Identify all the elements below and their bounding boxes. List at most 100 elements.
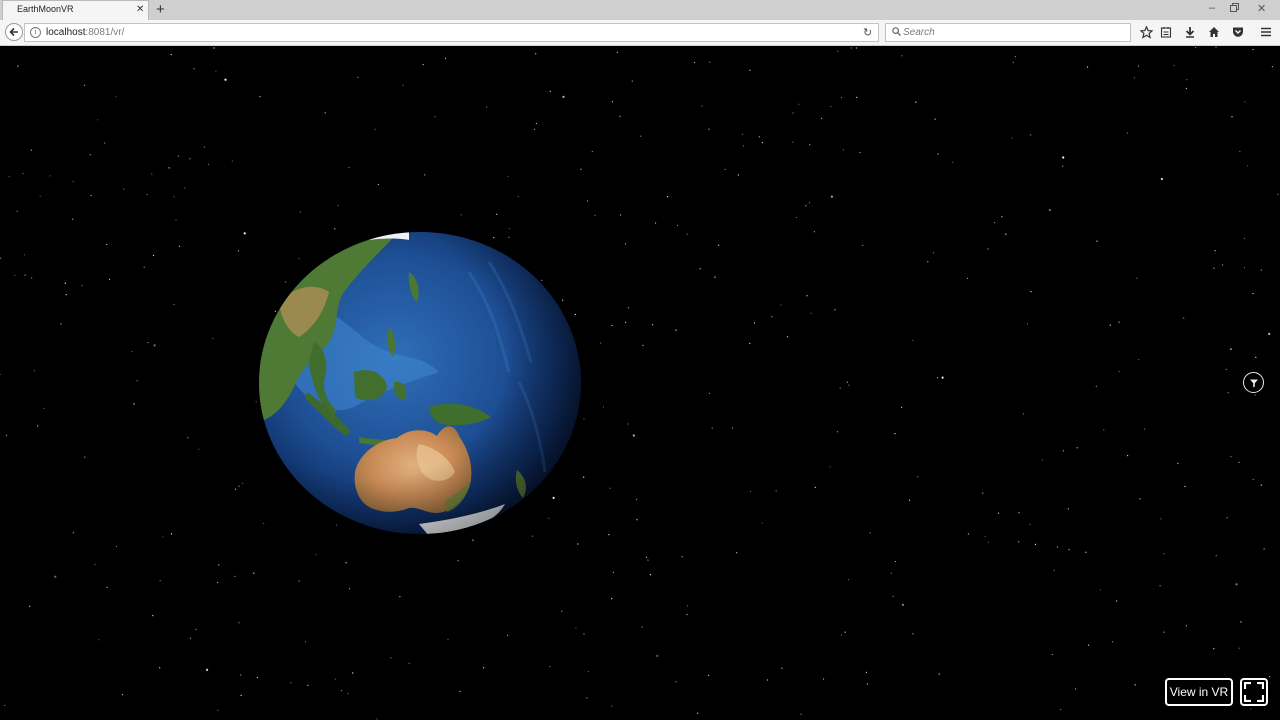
star [1227, 392, 1229, 394]
star [234, 488, 236, 490]
star [830, 195, 834, 198]
star [686, 605, 689, 607]
star [708, 392, 710, 394]
star [352, 672, 354, 674]
menu-icon[interactable] [1259, 25, 1273, 39]
star [987, 248, 989, 250]
star [848, 384, 850, 386]
earth-globe[interactable] [259, 232, 581, 534]
pocket-icon[interactable] [1231, 25, 1245, 39]
star [1183, 317, 1185, 319]
tab-strip: EarthMoonVR ✕ + – ✕ [0, 0, 1280, 20]
back-button[interactable] [5, 23, 23, 41]
star [340, 690, 342, 692]
reload-icon[interactable]: ↻ [863, 26, 872, 39]
star [255, 401, 257, 403]
star [856, 96, 858, 98]
star [952, 161, 954, 163]
star [175, 219, 177, 221]
star [94, 563, 96, 566]
star [535, 53, 537, 55]
star [146, 193, 148, 196]
star [616, 51, 618, 53]
star [732, 427, 734, 429]
star [561, 610, 563, 612]
star [805, 205, 807, 207]
star [936, 377, 939, 379]
webvr-scene[interactable]: View in VR [0, 46, 1280, 720]
url-bar[interactable]: i localhost:8081/vr/ ↻ [24, 23, 879, 42]
star [1103, 429, 1105, 431]
star [792, 112, 794, 114]
star [151, 173, 153, 175]
url-text[interactable]: localhost:8081/vr/ [46, 27, 124, 38]
minimize-icon[interactable]: – [1209, 2, 1215, 14]
star [737, 174, 739, 176]
star [1260, 484, 1262, 486]
star [583, 476, 585, 478]
star [531, 535, 534, 537]
star [1238, 461, 1240, 463]
star [178, 245, 181, 247]
star [575, 627, 577, 629]
star [1143, 428, 1146, 430]
close-icon[interactable]: ✕ [136, 4, 144, 15]
star [656, 654, 659, 658]
star [1116, 600, 1118, 602]
star [1012, 61, 1014, 64]
star [390, 657, 392, 659]
star [761, 522, 763, 524]
search-bar[interactable]: Search [885, 23, 1131, 42]
star [1213, 648, 1215, 650]
window-close-icon[interactable]: ✕ [1257, 2, 1266, 15]
star [207, 163, 209, 165]
star [1160, 518, 1162, 520]
star [619, 214, 622, 216]
restore-icon[interactable] [1230, 3, 1239, 15]
star [636, 519, 638, 521]
download-icon[interactable] [1183, 25, 1197, 39]
star [533, 128, 536, 130]
star [1268, 332, 1271, 335]
search-input: Search [903, 27, 935, 38]
navigation-bar: i localhost:8081/vr/ ↻ Search [0, 20, 1280, 46]
star [212, 337, 214, 340]
star [1095, 385, 1097, 387]
star [240, 694, 242, 697]
star [224, 78, 227, 81]
star [847, 579, 850, 581]
star [106, 586, 108, 589]
reading-list-icon[interactable] [1159, 25, 1173, 39]
star [104, 142, 106, 144]
star [632, 434, 635, 437]
tab-earthmoonvr[interactable]: EarthMoonVR ✕ [2, 0, 149, 20]
star [60, 323, 62, 325]
star [645, 556, 648, 558]
star [1062, 450, 1064, 452]
star [830, 105, 832, 108]
star [115, 95, 117, 97]
star [457, 560, 459, 562]
star [115, 546, 118, 548]
star [238, 622, 240, 624]
star [1018, 541, 1020, 543]
star [434, 116, 436, 118]
star [1051, 653, 1053, 656]
star [758, 136, 761, 138]
star [348, 167, 350, 169]
star [549, 665, 551, 668]
home-icon[interactable] [1207, 25, 1221, 39]
plus-icon[interactable]: + [156, 1, 165, 18]
star [0, 257, 2, 259]
star [299, 211, 301, 213]
fullscreen-button[interactable] [1240, 678, 1268, 706]
star [195, 628, 197, 631]
info-icon[interactable]: i [30, 27, 41, 38]
star [170, 54, 172, 56]
star [347, 692, 349, 695]
gaze-cursor-icon[interactable] [1243, 372, 1264, 393]
star [1186, 79, 1188, 81]
star [206, 668, 209, 671]
star-icon[interactable] [1139, 25, 1153, 39]
view-in-vr-button[interactable]: View in VR [1165, 678, 1233, 706]
